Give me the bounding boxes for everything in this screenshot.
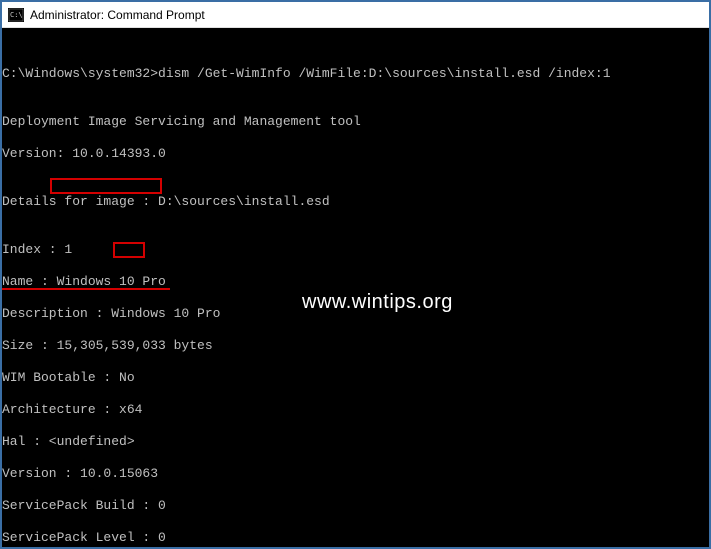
command-line: C:\Windows\system32>dism /Get-WimInfo /W… bbox=[2, 66, 709, 82]
output-line: WIM Bootable : No bbox=[2, 370, 709, 386]
svg-text:C:\: C:\ bbox=[10, 11, 23, 19]
output-line: Size : 15,305,539,033 bytes bbox=[2, 338, 709, 354]
output-line: Version : 10.0.15063 bbox=[2, 466, 709, 482]
output-line: Details for image : D:\sources\install.e… bbox=[2, 194, 709, 210]
output-line: Architecture : x64 bbox=[2, 402, 709, 418]
cmd-icon: C:\ bbox=[8, 8, 24, 22]
output-line: Name : Windows 10 Pro bbox=[2, 274, 709, 290]
highlight-name bbox=[50, 178, 162, 194]
output-line: Index : 1 bbox=[2, 242, 709, 258]
output-line: ServicePack Build : 0 bbox=[2, 498, 709, 514]
titlebar[interactable]: C:\ Administrator: Command Prompt bbox=[2, 2, 709, 28]
watermark-text: www.wintips.org bbox=[302, 294, 453, 310]
command-prompt-window: C:\ Administrator: Command Prompt C:\Win… bbox=[2, 2, 709, 547]
output-line: ServicePack Level : 0 bbox=[2, 530, 709, 546]
titlebar-text: Administrator: Command Prompt bbox=[30, 8, 205, 22]
terminal-area[interactable]: C:\Windows\system32>dism /Get-WimInfo /W… bbox=[2, 28, 709, 547]
output-line: Deployment Image Servicing and Managemen… bbox=[2, 114, 709, 130]
output-line: Version: 10.0.14393.0 bbox=[2, 146, 709, 162]
output-line: Hal : <undefined> bbox=[2, 434, 709, 450]
